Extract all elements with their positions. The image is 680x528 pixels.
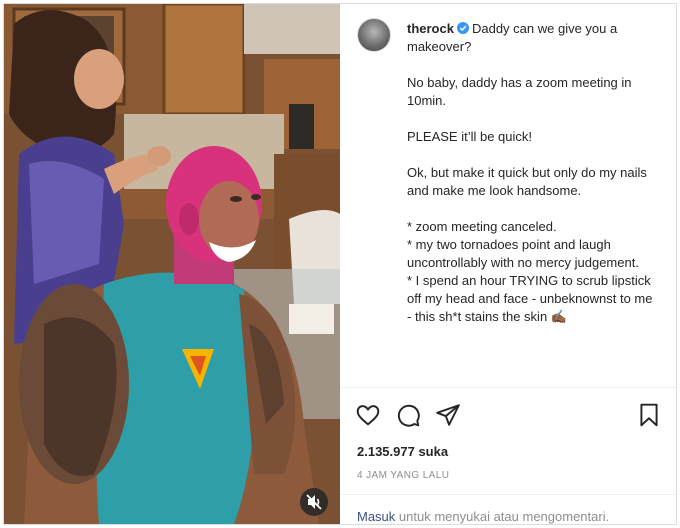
caption-paragraph: No baby, daddy has a zoom meeting in 10m… <box>407 75 632 108</box>
post-photo <box>4 4 340 524</box>
post-side-panel: therock Daddy can we give you a makeover?… <box>341 4 676 524</box>
caption-paragraph: Ok, but make it quick but only do my nai… <box>407 165 647 198</box>
post-timestamp[interactable]: 4 JAM YANG LALU <box>357 470 449 481</box>
login-prompt: Masuk untuk menyukai atau mengomentari. <box>357 509 609 524</box>
login-prompt-text: untuk menyukai atau mengomentari. <box>395 509 610 524</box>
action-bar <box>355 402 662 428</box>
like-count[interactable]: 2.135.977 suka <box>357 444 448 459</box>
bookmark-icon <box>640 403 658 427</box>
divider <box>341 387 676 388</box>
comment-icon <box>397 404 420 427</box>
save-button[interactable] <box>636 402 662 428</box>
username-link[interactable]: therock <box>407 21 454 36</box>
comment-button[interactable] <box>395 402 421 428</box>
speaker-muted-icon <box>306 494 322 510</box>
share-button[interactable] <box>435 402 461 428</box>
avatar[interactable] <box>357 18 391 52</box>
caption-bullets: * zoom meeting canceled. * my two tornad… <box>407 218 657 326</box>
mute-button[interactable] <box>300 488 328 516</box>
verified-badge-icon <box>456 22 469 34</box>
like-button[interactable] <box>355 402 381 428</box>
post-caption: therock Daddy can we give you a makeover?… <box>407 20 657 326</box>
divider <box>341 494 676 495</box>
post-media[interactable] <box>4 4 340 524</box>
login-link[interactable]: Masuk <box>357 509 395 524</box>
share-icon <box>436 404 460 426</box>
caption-paragraph: PLEASE it’ll be quick! <box>407 129 533 144</box>
caption-bullet: * zoom meeting canceled. <box>407 219 557 234</box>
heart-icon <box>356 405 380 426</box>
caption-bullet: * I spend an hour TRYING to scrub lipsti… <box>407 273 653 324</box>
caption-bullet: * my two tornadoes point and laugh uncon… <box>407 237 639 270</box>
caption-first-paragraph: therock Daddy can we give you a makeover? <box>407 20 657 56</box>
